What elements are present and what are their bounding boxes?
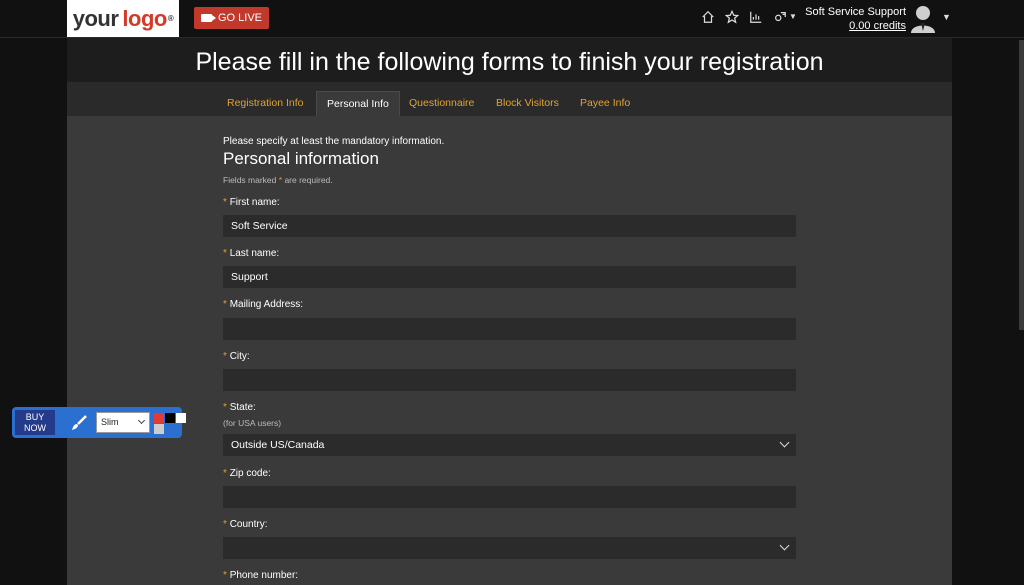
first-name-field[interactable]: Soft Service: [223, 215, 796, 237]
theme-select[interactable]: Slim: [96, 412, 150, 433]
swatch-gray[interactable]: [154, 424, 164, 434]
credits-link[interactable]: 0.00 credits: [805, 19, 906, 33]
swatch-black[interactable]: [165, 413, 175, 423]
mailing-address-field[interactable]: [223, 318, 796, 340]
user-info[interactable]: Soft Service Support 0.00 credits: [805, 5, 906, 33]
theme-select-value: Slim: [101, 417, 119, 427]
zip-code-label: * Zip code:: [223, 468, 271, 479]
form-title: Personal information: [223, 149, 379, 168]
first-name-label: * First name:: [223, 197, 280, 208]
tab-registration-info[interactable]: Registration Info: [217, 91, 313, 116]
last-name-field[interactable]: Support: [223, 266, 796, 288]
tab-payee-info[interactable]: Payee Info: [570, 91, 640, 116]
star-icon[interactable]: [725, 10, 739, 24]
form-intro: Please specify at least the mandatory in…: [223, 136, 445, 147]
camera-icon: [200, 14, 216, 22]
city-field[interactable]: [223, 369, 796, 391]
tab-block-visitors[interactable]: Block Visitors: [486, 91, 569, 116]
top-bar: your logo ® GO LIVE ▼ Soft Service Support…: [0, 0, 1024, 38]
chevron-down-icon: [779, 437, 790, 448]
state-hint: (for USA users): [223, 418, 282, 428]
scrollbar[interactable]: [1019, 40, 1024, 330]
home-icon[interactable]: [701, 10, 715, 24]
country-label: * Country:: [223, 519, 268, 530]
zip-code-field[interactable]: [223, 486, 796, 508]
phone-number-label: * Phone number:: [223, 570, 299, 581]
tab-personal-info[interactable]: Personal Info: [316, 91, 400, 116]
state-label: * State:: [223, 402, 256, 413]
buy-now-widget: BUY NOW Slim: [12, 407, 186, 438]
color-swatches[interactable]: [154, 411, 189, 434]
settings-caret-icon[interactable]: ▼: [789, 12, 797, 24]
paint-brush-icon[interactable]: [70, 414, 88, 432]
last-name-label: * Last name:: [223, 248, 280, 259]
city-label: * City:: [223, 351, 250, 362]
user-name: Soft Service Support: [805, 6, 906, 18]
chevron-down-icon: [779, 540, 790, 551]
chevron-down-icon: [137, 416, 146, 425]
country-select[interactable]: [223, 537, 796, 559]
avatar[interactable]: [909, 3, 937, 33]
tab-questionnaire[interactable]: Questionnaire: [399, 91, 484, 116]
left-margin: [0, 38, 67, 585]
swatch-white[interactable]: [176, 413, 186, 423]
required-note: Fields marked * are required.: [223, 175, 333, 185]
go-live-label: GO LIVE: [217, 12, 263, 24]
form-panel: [67, 116, 952, 585]
settings-icon[interactable]: [773, 10, 787, 24]
site-logo[interactable]: your logo ®: [67, 0, 179, 37]
state-select-value: Outside US/Canada: [231, 439, 325, 451]
stats-icon[interactable]: [749, 10, 763, 24]
tab-bar: Registration Info Personal Info Question…: [67, 82, 952, 116]
swatch-red[interactable]: [154, 413, 164, 423]
mailing-address-label: * Mailing Address:: [223, 299, 304, 310]
go-live-button[interactable]: GO LIVE: [194, 7, 269, 29]
right-margin: [952, 38, 1024, 585]
state-select[interactable]: Outside US/Canada: [223, 434, 796, 456]
user-menu-caret-icon[interactable]: ▼: [942, 12, 951, 22]
page-heading: Please fill in the following forms to fi…: [67, 38, 952, 82]
buy-now-button[interactable]: BUY NOW: [15, 410, 55, 435]
